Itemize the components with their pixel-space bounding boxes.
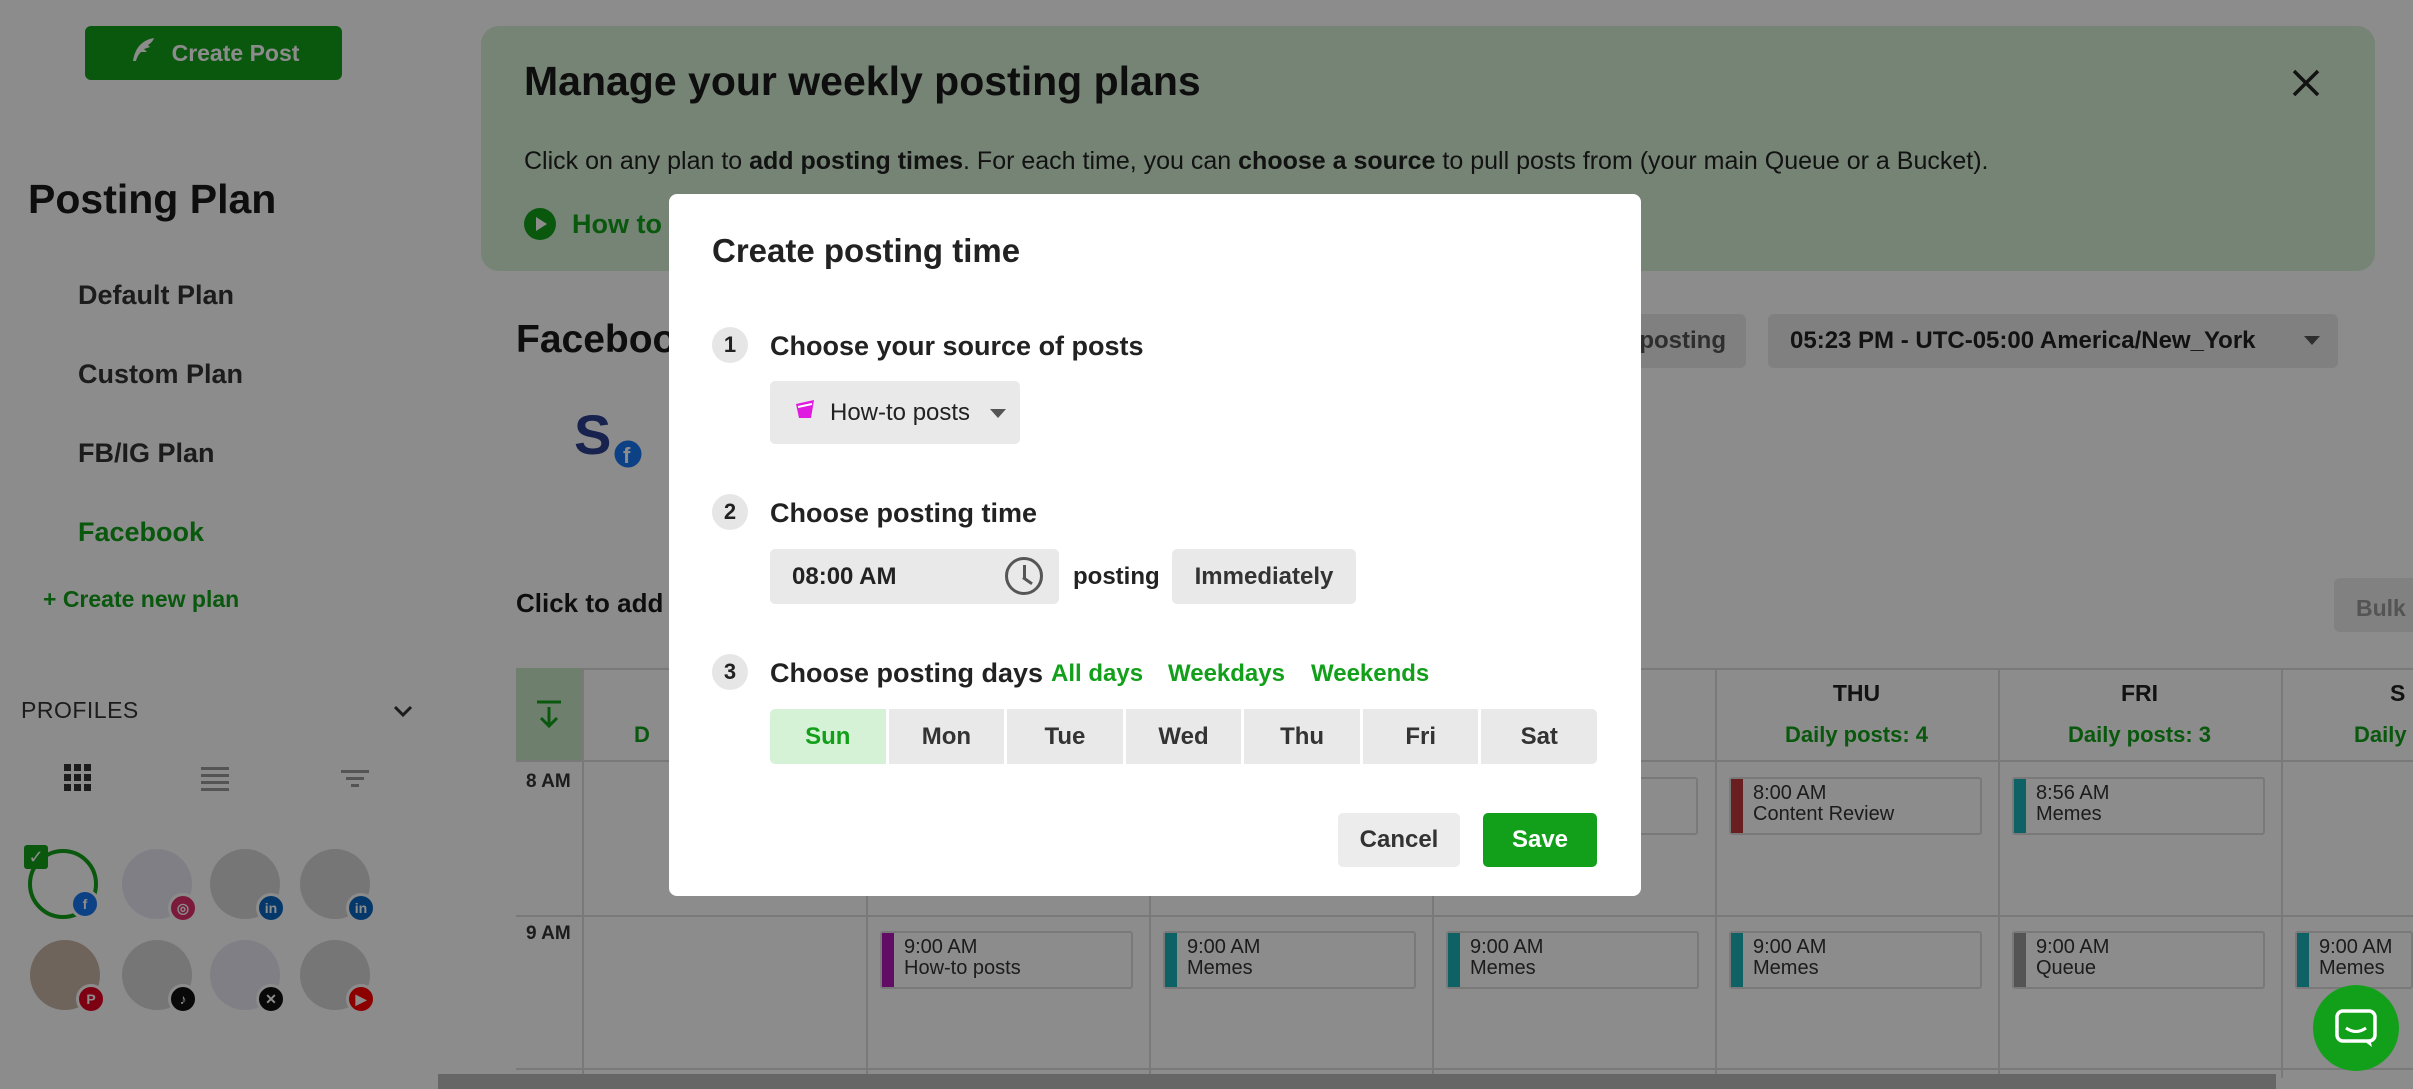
weekdays-link[interactable]: Weekdays (1168, 660, 1285, 688)
day-button-sat[interactable]: Sat (1481, 709, 1598, 764)
day-button-wed[interactable]: Wed (1125, 709, 1242, 764)
day-button-mon[interactable]: Mon (888, 709, 1005, 764)
step-label: Choose your source of posts (770, 331, 1144, 361)
day-button-fri[interactable]: Fri (1362, 709, 1479, 764)
save-button[interactable]: Save (1483, 813, 1597, 867)
time-value: 08:00 AM (792, 562, 897, 590)
posting-label: posting (1073, 563, 1160, 590)
step-label: Choose posting time (770, 498, 1038, 528)
modal-title: Create posting time (712, 232, 1021, 269)
chat-icon[interactable] (2313, 985, 2399, 1071)
create-posting-time-modal: Create posting time 1 Choose your source… (669, 194, 1641, 896)
step-label: Choose posting days (770, 658, 1044, 688)
day-button-thu[interactable]: Thu (1244, 709, 1360, 764)
clock-icon (1005, 557, 1043, 595)
time-input[interactable]: 08:00 AM (770, 549, 1059, 604)
step-number: 1 (712, 327, 748, 363)
cancel-button[interactable]: Cancel (1338, 813, 1460, 867)
day-button-sun[interactable]: Sun (770, 709, 886, 764)
all-days-link[interactable]: All days (1051, 660, 1143, 688)
source-select[interactable]: How-to posts (770, 381, 1020, 444)
step-number: 3 (712, 654, 748, 690)
day-button-tue[interactable]: Tue (1007, 709, 1123, 764)
posting-mode-button[interactable]: Immediately (1172, 549, 1356, 604)
day-selector: Sun Mon Tue Wed Thu Fri Sat (770, 709, 1598, 764)
step-number: 2 (712, 494, 748, 530)
source-value: How-to posts (830, 398, 971, 426)
chevron-down-icon (990, 409, 1006, 418)
bucket-icon (792, 396, 818, 429)
weekends-link[interactable]: Weekends (1311, 660, 1429, 688)
